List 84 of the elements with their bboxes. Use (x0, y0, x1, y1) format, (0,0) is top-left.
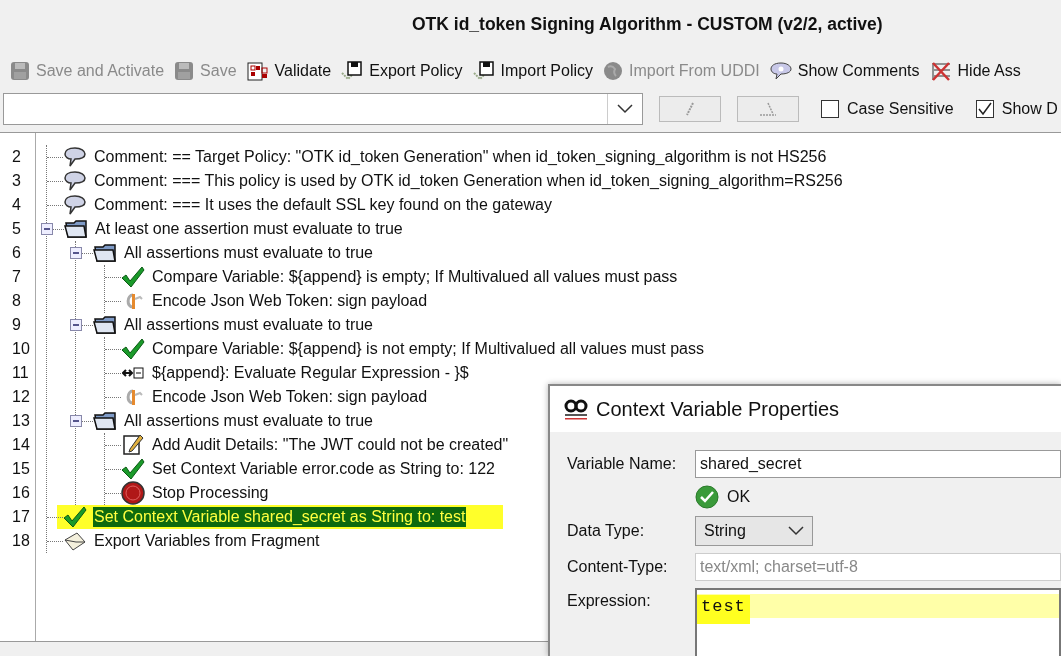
tree-item[interactable]: Compare Variable: ${append} is empty; If Multivalued all values must pass (151, 267, 679, 287)
folder-icon (93, 315, 117, 335)
checkbox[interactable] (975, 100, 994, 118)
line-number: 5 (11, 219, 22, 239)
folder-icon (93, 243, 117, 263)
tree-item[interactable]: Set Context Variable shared_secret as String to: test (93, 507, 467, 527)
field-label: Variable Name: (567, 455, 678, 473)
line-number: 7 (11, 267, 22, 287)
line-number: 9 (11, 315, 22, 335)
line-number: 15 (11, 459, 31, 479)
line-number: 12 (11, 387, 31, 407)
checkbox-label: Case Sensitive (847, 100, 954, 118)
tree-item[interactable]: Comment: === This policy is used by OTK id_token Generation when id_token_signing_algorithm=RS256 (93, 171, 844, 191)
line-number: 8 (11, 291, 22, 311)
crossed-list-icon (929, 61, 952, 81)
check-mark-icon (121, 266, 145, 288)
speech-bubble-icon (64, 147, 86, 167)
speech-bubble-icon (64, 195, 86, 215)
dialog-title: Context Variable Properties (596, 397, 840, 421)
field-label: Data Type: (567, 522, 646, 540)
toolbar-button[interactable]: Validate (244, 59, 334, 83)
tree-item[interactable]: Encode Json Web Token: sign payload (151, 291, 429, 311)
validation-status: OK (727, 488, 751, 506)
speech-bubble-icon (769, 61, 792, 81)
line-number: 18 (11, 531, 31, 551)
tree-item[interactable]: ${append}: Evaluate Regular Expression - }$ (151, 363, 470, 383)
line-number: 3 (11, 171, 22, 191)
field-label: Content-Type: (567, 558, 669, 576)
checkbox-label: Show D (1001, 100, 1058, 118)
check-mark-icon (63, 506, 87, 528)
line-number: 4 (11, 195, 22, 215)
tree-item[interactable]: Comment: == Target Policy: "OTK id_token Generation" when id_token_signing_algorithm is not HS256 (93, 147, 828, 167)
toolbar-button[interactable]: Hide Ass (927, 59, 1023, 83)
floppy-disk-icon (472, 61, 495, 81)
speech-bubble-icon (64, 171, 86, 191)
line-number: 11 (11, 363, 30, 383)
check-mark-icon (121, 458, 145, 480)
check-circle-icon (695, 485, 719, 509)
collapse-toggle[interactable] (41, 223, 53, 235)
line-number: 10 (11, 339, 31, 359)
tree-item[interactable]: Compare Variable: ${append} is not empty; If Multivalued all values must pass (151, 339, 705, 359)
find-previous-icon (759, 102, 777, 116)
data-type-dropdown[interactable]: String (695, 516, 813, 546)
find-next-icon (684, 102, 696, 116)
collapse-toggle[interactable] (70, 319, 82, 331)
envelope-icon (63, 530, 87, 552)
stop-icon (121, 481, 145, 505)
line-number: 13 (11, 411, 31, 431)
line-number: 17 (11, 507, 31, 527)
line-number: 16 (11, 483, 31, 503)
toolbar-button[interactable]: Import Policy (470, 59, 596, 83)
folder-icon (64, 219, 88, 239)
expression-field[interactable]: test (695, 588, 1061, 656)
globe-icon (603, 61, 624, 81)
folder-icon (93, 411, 117, 431)
tree-item[interactable]: All assertions must evaluate to true (123, 411, 374, 431)
tree-item[interactable]: Add Audit Details: "The JWT could not be created" (151, 435, 510, 455)
line-number: 14 (11, 435, 31, 455)
line-number: 2 (11, 147, 22, 167)
collapse-toggle[interactable] (70, 247, 82, 259)
tree-item[interactable]: All assertions must evaluate to true (123, 243, 374, 263)
tree-item[interactable]: Set Context Variable error.code as String to: 122 (151, 459, 496, 479)
floppy-disk-icon (341, 61, 364, 81)
pencil-note-icon (122, 434, 144, 456)
tree-item[interactable]: Encode Json Web Token: sign payload (151, 387, 429, 407)
variable-name-field[interactable]: shared_secret (695, 450, 1061, 478)
checkbox[interactable] (821, 100, 839, 118)
toolbar-button[interactable]: Export Policy (339, 59, 465, 83)
tree-item[interactable]: Export Variables from Fragment (93, 531, 321, 551)
tree-item[interactable]: At least one assertion must evaluate to true (94, 219, 404, 239)
chevron-down-icon (617, 104, 633, 114)
line-number: 6 (11, 243, 22, 263)
check-mark-icon (121, 338, 145, 360)
tree-item[interactable]: Comment: === It uses the default SSL key found on the gateway (93, 195, 553, 215)
tree-item[interactable]: Stop Processing (151, 483, 270, 503)
search-combo-box[interactable] (3, 93, 643, 125)
collapse-toggle[interactable] (70, 415, 82, 427)
tree-item[interactable]: All assertions must evaluate to true (123, 315, 374, 335)
toolbar-button[interactable]: Show Comments (767, 59, 922, 83)
chevron-down-icon (788, 526, 804, 536)
window-title: OTK id_token Signing Algorithm - CUSTOM (v2/2, active) (412, 14, 883, 34)
validate-icon (246, 61, 269, 81)
logo-icon (564, 398, 588, 420)
field-label: Expression: (567, 591, 652, 610)
